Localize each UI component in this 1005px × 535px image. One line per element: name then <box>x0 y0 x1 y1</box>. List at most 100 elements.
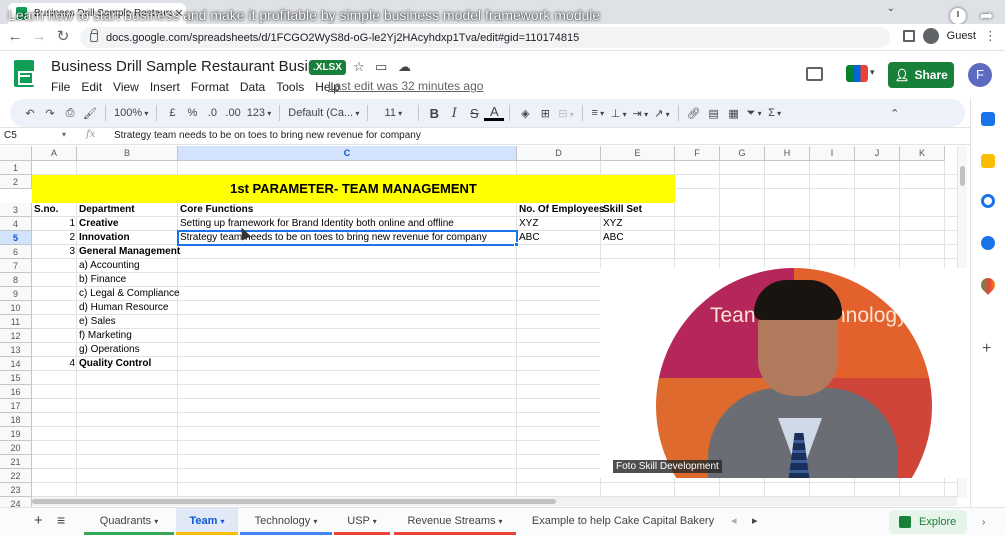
column-header[interactable]: K <box>900 146 945 161</box>
paint-format-icon[interactable]: 🖌︎ <box>80 107 100 120</box>
tab-team[interactable]: Team ▾ <box>176 508 238 535</box>
currency-format-button[interactable]: £ <box>162 107 182 119</box>
undo-icon[interactable]: ↶ <box>20 107 40 120</box>
header-skill-set[interactable]: Skill Set <box>601 203 675 217</box>
chevron-down-icon[interactable]: ▾ <box>62 130 66 139</box>
column-header[interactable]: D <box>517 146 601 161</box>
row-header[interactable]: 20 <box>0 441 32 455</box>
cell-sno[interactable]: 2 <box>32 231 77 245</box>
row-header[interactable]: 19 <box>0 427 32 441</box>
cell-sub-department[interactable]: c) Legal & Compliance <box>77 287 182 301</box>
redo-icon[interactable]: ↷ <box>40 107 60 120</box>
percent-format-button[interactable]: % <box>182 107 202 119</box>
menu-tools[interactable]: Tools <box>276 80 304 94</box>
move-folder-icon[interactable]: ▭ <box>375 59 387 75</box>
column-header[interactable]: B <box>77 146 178 161</box>
font-size-select[interactable]: 11 <box>373 107 413 119</box>
chevron-down-icon[interactable]: ▾ <box>313 517 317 526</box>
zoom-select[interactable]: 100% <box>111 107 151 119</box>
side-panel-toggle-chevron-icon[interactable]: › <box>982 517 985 528</box>
cell-sno[interactable]: 3 <box>32 245 77 259</box>
cell-sno[interactable]: 4 <box>32 357 77 371</box>
insert-link-icon[interactable]: 🔗︎ <box>684 107 704 120</box>
font-select[interactable]: Default (Ca... <box>285 107 362 119</box>
calendar-icon[interactable] <box>981 112 995 126</box>
row-header[interactable]: 6 <box>0 245 32 259</box>
row-header[interactable]: 16 <box>0 385 32 399</box>
bold-button[interactable]: B <box>424 106 444 121</box>
avatar[interactable]: F <box>968 63 992 87</box>
row-header[interactable]: 8 <box>0 273 32 287</box>
contacts-icon[interactable] <box>981 236 995 250</box>
row-header[interactable]: 15 <box>0 371 32 385</box>
borders-icon[interactable]: ⊞ <box>535 107 555 120</box>
horizontal-scrollbar[interactable] <box>32 497 957 506</box>
reload-icon[interactable]: ↻ <box>54 28 72 46</box>
menu-file[interactable]: File <box>51 80 70 94</box>
url-omnibox[interactable]: docs.google.com/spreadsheets/d/1FCGO2WyS… <box>80 27 890 48</box>
row-header[interactable]: 5 <box>0 231 32 245</box>
increase-decimal-button[interactable]: .00 <box>222 107 243 119</box>
cell-core-function[interactable]: Setting up framework for Brand Identity … <box>178 217 517 231</box>
forward-arrow-icon[interactable]: → <box>30 28 48 46</box>
header-sno[interactable]: S.no. <box>32 203 77 217</box>
header-core-functions[interactable]: Core Functions <box>178 203 517 217</box>
cell-department[interactable]: Innovation <box>77 231 178 245</box>
tab-technology[interactable]: Technology ▾ <box>240 508 332 535</box>
menu-edit[interactable]: Edit <box>81 80 102 94</box>
all-sheets-menu-icon[interactable]: ≡ <box>57 512 65 528</box>
meet-icon[interactable] <box>846 65 868 82</box>
scroll-tabs-right-icon[interactable]: ▸ <box>752 514 758 527</box>
share-button[interactable]: 👤︎ Share <box>888 62 954 88</box>
sidebar-toggle-icon[interactable] <box>902 30 915 42</box>
cell-sno[interactable]: 1 <box>32 217 77 231</box>
collapse-menu-chevron-icon[interactable]: ⌃ <box>885 107 905 120</box>
maps-icon[interactable] <box>978 275 998 295</box>
cell-skill-set[interactable]: XYZ <box>601 217 675 231</box>
row-header[interactable]: 7 <box>0 259 32 273</box>
chevron-down-icon[interactable]: ▾ <box>373 517 377 526</box>
row-header[interactable]: 10 <box>0 301 32 315</box>
insert-comment-icon[interactable]: ▤ <box>704 107 724 120</box>
row-header[interactable]: 18 <box>0 413 32 427</box>
column-header[interactable]: J <box>855 146 900 161</box>
row-header[interactable]: 4 <box>0 217 32 231</box>
cloud-status-icon[interactable]: ☁ <box>398 59 411 75</box>
formula-input[interactable]: Strategy team needs to be on toes to bri… <box>114 130 421 141</box>
row-header[interactable]: 17 <box>0 399 32 413</box>
column-header[interactable]: A <box>32 146 77 161</box>
column-header[interactable]: C <box>178 146 517 161</box>
column-header[interactable]: E <box>601 146 675 161</box>
chevron-down-icon[interactable]: ▾ <box>154 517 158 526</box>
cell-sub-department[interactable]: e) Sales <box>77 315 178 329</box>
last-edit-link[interactable]: Last edit was 32 minutes ago <box>328 79 483 93</box>
sheet-title-cell[interactable]: 1st PARAMETER- TEAM MANAGEMENT <box>32 175 675 203</box>
column-header[interactable]: G <box>720 146 765 161</box>
row-header[interactable]: 22 <box>0 469 32 483</box>
print-icon[interactable]: ⎙ <box>60 107 80 120</box>
row-header[interactable]: 11 <box>0 315 32 329</box>
comment-history-icon[interactable] <box>806 67 823 81</box>
select-all-corner[interactable] <box>0 146 32 161</box>
chevron-down-icon[interactable]: ▾ <box>220 517 224 526</box>
add-addon-icon[interactable]: + <box>982 340 991 358</box>
row-header[interactable]: 1 <box>0 161 32 175</box>
insert-chart-icon[interactable]: ▦ <box>724 107 744 120</box>
row-header[interactable]: 13 <box>0 343 32 357</box>
cell-skill-set[interactable]: ABC <box>601 231 675 245</box>
horizontal-scroll-thumb[interactable] <box>32 499 556 504</box>
cell-department[interactable]: Quality Control <box>77 357 178 371</box>
functions-icon[interactable]: Σ <box>765 107 785 119</box>
tasks-icon[interactable] <box>981 194 995 208</box>
chevron-down-icon[interactable]: ▾ <box>870 67 875 78</box>
vertical-scroll-thumb[interactable] <box>960 166 965 186</box>
sheets-logo-icon[interactable] <box>14 60 34 87</box>
cell-department[interactable]: General Management <box>77 245 182 259</box>
merge-cells-icon[interactable]: ⊟ <box>555 107 576 120</box>
cell-sub-department[interactable]: d) Human Resource <box>77 301 178 315</box>
profile-icon[interactable] <box>922 28 939 44</box>
cell-sub-department[interactable]: g) Operations <box>77 343 178 357</box>
fill-color-icon[interactable]: ◈ <box>515 107 535 120</box>
italic-button[interactable]: I <box>444 106 464 121</box>
text-rotation-icon[interactable]: ↗ <box>651 107 672 120</box>
